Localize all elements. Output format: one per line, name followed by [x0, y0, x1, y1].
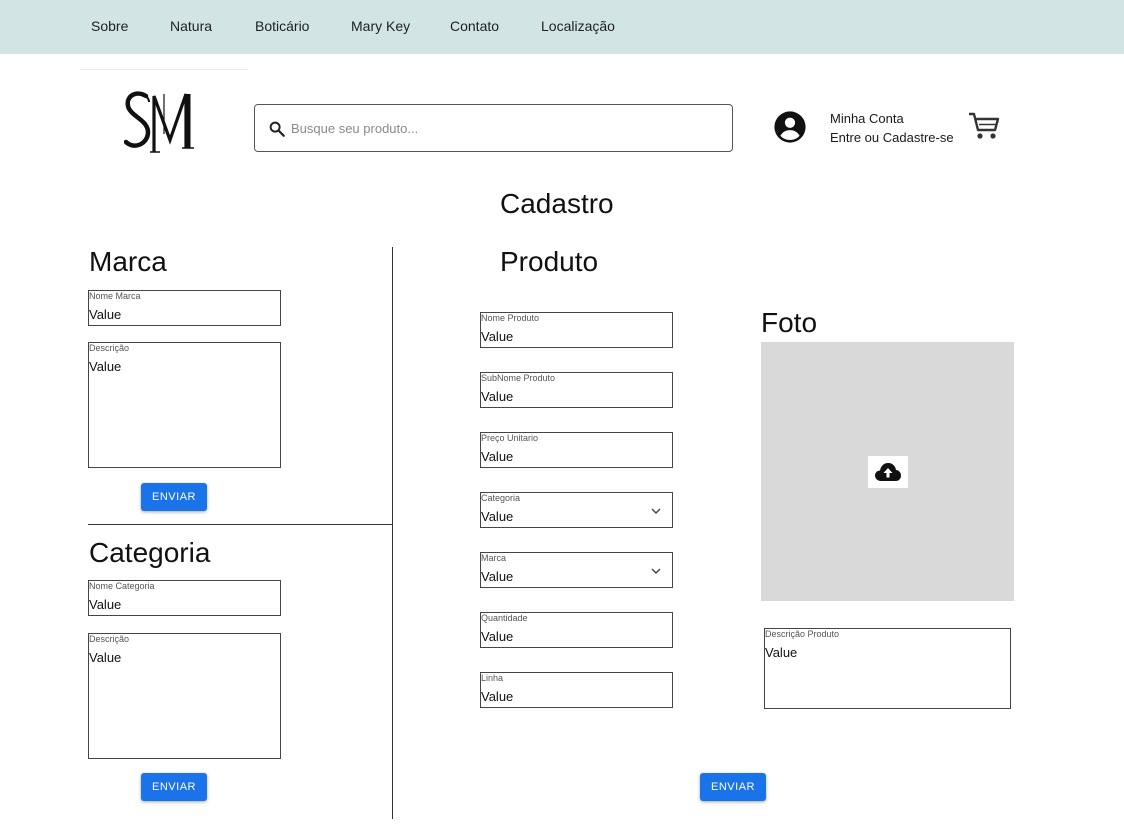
produto-quantidade-label: Quantidade [481, 613, 528, 623]
produto-nome-field[interactable]: Nome Produto Value [480, 312, 673, 348]
marca-nome-value[interactable]: Value [89, 307, 121, 322]
categoria-heading: Categoria [89, 537, 211, 568]
produto-categoria-value[interactable]: Value [481, 509, 513, 524]
cart-icon[interactable] [967, 111, 1001, 141]
produto-quantidade-field[interactable]: Quantidade Value [480, 612, 673, 648]
horizontal-divider [88, 524, 392, 525]
search-input[interactable] [291, 118, 711, 138]
produto-nome-label: Nome Produto [481, 313, 540, 323]
search-bar[interactable] [254, 104, 733, 152]
produto-nome-value[interactable]: Value [481, 329, 513, 344]
search-icon [269, 121, 285, 137]
nav-link-mary-key[interactable]: Mary Key [351, 18, 410, 34]
nav-link-sobre[interactable]: Sobre [91, 18, 128, 34]
nav-link-boticario[interactable]: Boticário [255, 18, 309, 34]
produto-submit-button[interactable]: ENVIAR [700, 773, 766, 801]
marca-submit-button[interactable]: ENVIAR [141, 483, 207, 511]
nav-link-localizacao[interactable]: Localização [541, 18, 615, 34]
vertical-divider [392, 247, 393, 819]
produto-linha-value[interactable]: Value [481, 689, 513, 704]
nav-link-natura[interactable]: Natura [170, 18, 212, 34]
produto-preco-label: Preço Unitario [481, 433, 539, 443]
cloud-upload-icon [875, 463, 901, 481]
produto-heading: Produto [500, 246, 599, 277]
produto-categoria-select[interactable]: Categoria Value [480, 492, 673, 528]
page-title: Cadastro [500, 188, 614, 219]
produto-descricao-value[interactable]: Value [765, 645, 797, 660]
upload-button[interactable] [868, 456, 908, 488]
produto-subnome-label: SubNome Produto [481, 373, 556, 383]
categoria-descricao-label: Descrição [89, 634, 130, 644]
produto-preco-value[interactable]: Value [481, 449, 513, 464]
produto-marca-value[interactable]: Value [481, 569, 513, 584]
produto-subnome-value[interactable]: Value [481, 389, 513, 404]
categoria-nome-label: Nome Categoria [89, 581, 155, 591]
account-title[interactable]: Minha Conta [830, 111, 904, 126]
produto-descricao-field[interactable]: Descrição Produto Value [764, 628, 1011, 709]
nav-link-contato[interactable]: Contato [450, 18, 499, 34]
chevron-down-icon[interactable] [650, 505, 662, 517]
marca-descricao-field[interactable]: Descrição Value [88, 342, 281, 468]
produto-linha-field[interactable]: Linha Value [480, 672, 673, 708]
categoria-nome-value[interactable]: Value [89, 597, 121, 612]
produto-subnome-field[interactable]: SubNome Produto Value [480, 372, 673, 408]
marca-descricao-value[interactable]: Value [89, 359, 121, 374]
produto-marca-label: Marca [481, 553, 507, 563]
marca-nome-field[interactable]: Nome Marca Value [88, 290, 281, 326]
marca-nome-label: Nome Marca [89, 291, 141, 301]
categoria-descricao-field[interactable]: Descrição Value [88, 633, 281, 759]
account-subtitle[interactable]: Entre ou Cadastre-se [830, 130, 954, 145]
produto-descricao-label: Descrição Produto [765, 629, 840, 639]
foto-heading: Foto [761, 307, 818, 338]
produto-preco-field[interactable]: Preço Unitario Value [480, 432, 673, 468]
produto-marca-select[interactable]: Marca Value [480, 552, 673, 588]
categoria-descricao-value[interactable]: Value [89, 650, 121, 665]
marca-descricao-label: Descrição [89, 343, 130, 353]
produto-quantidade-value[interactable]: Value [481, 629, 513, 644]
categoria-nome-field[interactable]: Nome Categoria Value [88, 580, 281, 616]
top-nav: Sobre Natura Boticário Mary Key Contato … [0, 0, 1124, 54]
produto-linha-label: Linha [481, 673, 504, 683]
chevron-down-icon[interactable] [650, 565, 662, 577]
marca-heading: Marca [89, 246, 167, 277]
logo[interactable] [124, 84, 208, 160]
produto-categoria-label: Categoria [481, 493, 521, 503]
categoria-submit-button[interactable]: ENVIAR [141, 773, 207, 801]
account-circle-icon[interactable] [773, 110, 807, 144]
